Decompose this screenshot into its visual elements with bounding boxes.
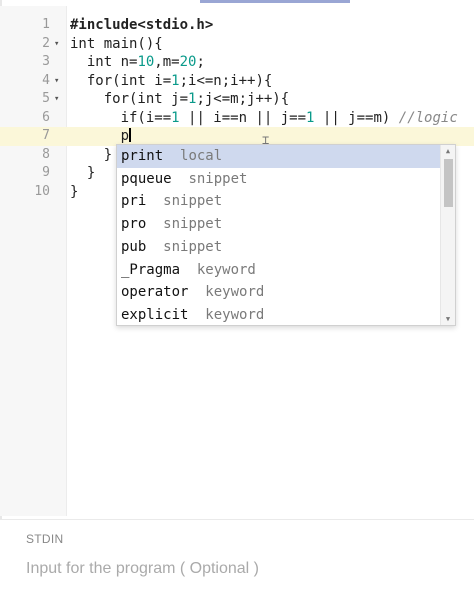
suggestion-kind: local — [180, 148, 223, 164]
line-number: 8 — [42, 146, 50, 162]
autocomplete-scrollbar[interactable]: ▲ ▼ — [440, 145, 455, 325]
suggestion-name: explicit keyword — [121, 306, 265, 323]
suggestion-name: print local — [121, 148, 223, 164]
scroll-down-icon[interactable]: ▼ — [443, 315, 453, 323]
code-text: p — [70, 128, 131, 144]
line-number: 6 — [42, 109, 50, 125]
autocomplete-item[interactable]: pub snippet — [117, 236, 441, 259]
code-text: int main(){ — [70, 35, 163, 52]
autocomplete-popup[interactable]: print local pqueue snippet pri snippet pro … — [116, 144, 456, 326]
line-number: 1 — [42, 17, 50, 32]
autocomplete-item[interactable]: print local — [117, 145, 441, 168]
line-number: 7 — [42, 128, 50, 143]
autocomplete-item[interactable]: operator keyword — [117, 281, 441, 304]
suggestion-kind: keyword — [205, 306, 265, 323]
code-text: } — [70, 165, 96, 181]
code-text: for(int j=1;j<=m;j++){ — [70, 91, 290, 107]
code-editor[interactable]: 1 #include<stdio.h> 2 ▾ int main(){3 int n=1… — [0, 6, 474, 516]
stdin-label: STDIN — [26, 532, 64, 546]
code-line[interactable]: 4 ▾ for(int i=1;i<=n;i++){ — [0, 72, 474, 91]
fold-arrow-icon[interactable]: ▾ — [54, 72, 59, 91]
caret — [129, 128, 131, 142]
line-number: 9 — [42, 165, 50, 180]
code-text: } — [70, 146, 113, 163]
code-line[interactable]: 5 ▾ for(int j=1;j<=m;j++){ — [0, 90, 474, 109]
suggestion-name: pro snippet — [121, 216, 223, 233]
suggestion-kind: snippet — [163, 238, 223, 255]
code-line[interactable]: 3 int n=10,m=20; — [0, 53, 474, 72]
suggestion-kind: snippet — [163, 216, 223, 233]
stdin-panel: STDIN — [0, 519, 474, 593]
code-line[interactable]: 6 if(i==1 || i==n || j==1 || j==m) //log… — [0, 109, 474, 128]
code-text: if(i==1 || i==n || j==1 || j==m) //logic — [70, 109, 458, 126]
scrollbar-thumb[interactable] — [444, 159, 453, 207]
code-text: for(int i=1;i<=n;i++){ — [70, 72, 273, 89]
autocomplete-item[interactable]: _Pragma keyword — [117, 259, 441, 282]
suggestion-name: pri snippet — [121, 193, 223, 210]
scroll-up-icon[interactable]: ▲ — [443, 147, 453, 155]
line-number: 5 — [42, 91, 50, 106]
autocomplete-item[interactable]: explicit keyword — [117, 304, 441, 325]
code-line[interactable]: 2 ▾ int main(){ — [0, 35, 474, 54]
suggestion-name: operator keyword — [121, 284, 265, 301]
code-text: int n=10,m=20; — [70, 54, 205, 70]
code-text: } — [70, 183, 79, 200]
fold-arrow-icon[interactable]: ▾ — [54, 35, 59, 54]
suggestion-name: pub snippet — [121, 238, 223, 255]
line-number: 3 — [42, 54, 50, 69]
line-number: 4 — [42, 72, 50, 88]
suggestion-kind: snippet — [188, 170, 248, 187]
editor-tab-indicator — [200, 0, 350, 3]
suggestion-kind: snippet — [163, 193, 223, 210]
autocomplete-item[interactable]: pro snippet — [117, 213, 441, 236]
stdin-input[interactable] — [20, 554, 472, 584]
line-number: 10 — [34, 183, 50, 199]
suggestion-kind: keyword — [196, 261, 256, 278]
autocomplete-item[interactable]: pri snippet — [117, 190, 441, 213]
code-line[interactable]: 1 #include<stdio.h> — [0, 16, 474, 35]
suggestion-name: _Pragma keyword — [121, 261, 256, 278]
suggestion-kind: keyword — [205, 284, 265, 301]
fold-arrow-icon[interactable]: ▾ — [54, 90, 59, 109]
line-number: 2 — [42, 35, 50, 51]
code-text: #include<stdio.h> — [70, 17, 214, 33]
code-line[interactable]: 7 p — [0, 127, 474, 146]
autocomplete-item[interactable]: pqueue snippet — [117, 168, 441, 191]
suggestion-name: pqueue snippet — [121, 170, 248, 187]
